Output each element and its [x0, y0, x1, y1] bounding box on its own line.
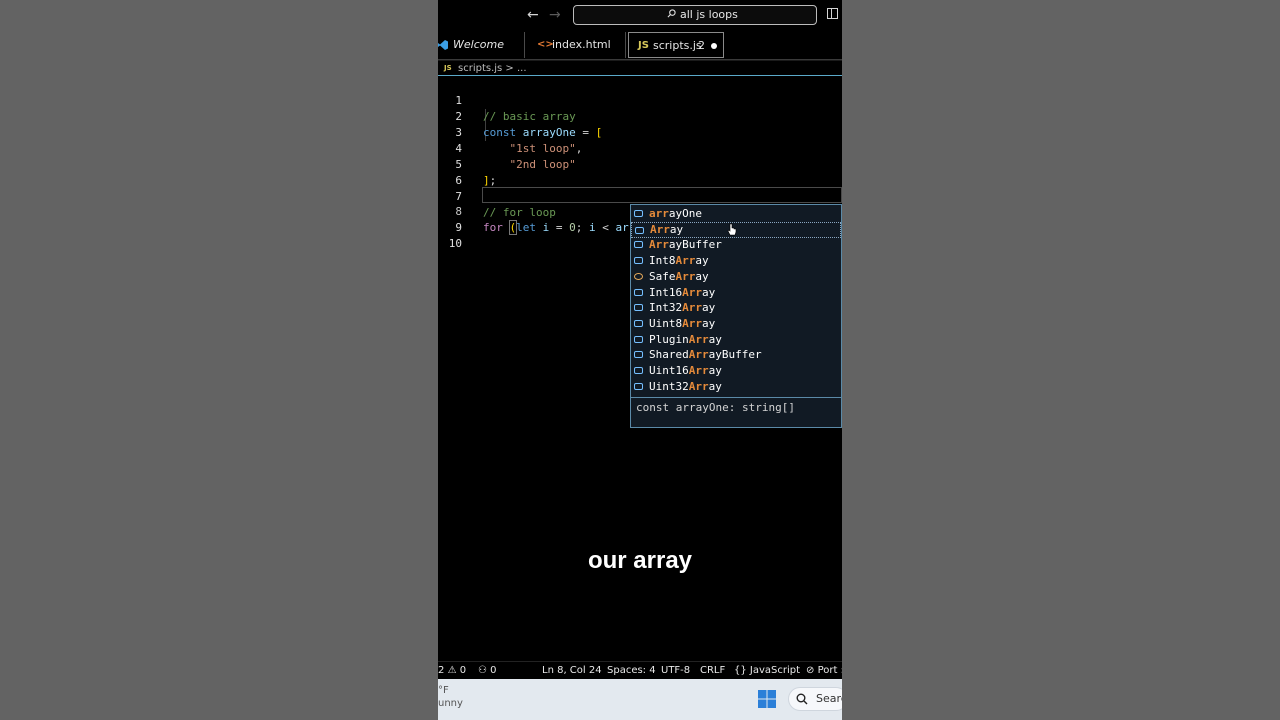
error-count: 2 — [438, 665, 445, 676]
suggest-widget: arrayOne Array ArrayBuffer Int8Array SafeArr… — [630, 204, 842, 428]
forward-arrow-icon[interactable]: → — [549, 6, 561, 24]
suggest-label: Uint16Array — [649, 364, 722, 377]
tab-label: index.html — [552, 38, 611, 51]
hand-pointer-icon — [727, 223, 737, 236]
variable-icon — [634, 319, 643, 327]
search-icon — [796, 693, 808, 705]
no-entry-icon: ⊘ — [806, 665, 815, 676]
suggest-label: Uint32Array — [649, 379, 722, 393]
suggest-item[interactable]: Uint16Array — [631, 363, 841, 379]
windows-start-icon[interactable] — [758, 690, 776, 708]
weather-temp: °F — [438, 685, 449, 696]
variable-icon — [634, 272, 643, 280]
suggest-item[interactable]: Int8Array — [631, 253, 841, 269]
suggest-label: ArrayBuffer — [649, 238, 722, 252]
taskbar-search-text: Searc — [816, 692, 842, 705]
suggest-label: PluginArray — [649, 332, 722, 346]
editor-tabs: Welcome <> index.html JS scripts.js 2 — [438, 30, 842, 60]
suggest-label: Array — [650, 222, 684, 236]
language-label: JavaScript — [749, 665, 801, 676]
code-line-active: 8 for (let i = 0; i < arr) — [438, 188, 842, 235]
problem-count-badge: 2 — [698, 39, 705, 52]
suggest-item[interactable]: PluginArray — [631, 332, 841, 348]
variable-icon — [634, 351, 643, 359]
port-label: Port : — [817, 665, 842, 676]
variable-icon — [634, 382, 643, 390]
braces-icon: {} — [734, 665, 747, 676]
title-bar: ← → all js loops — [438, 0, 842, 30]
suggest-item[interactable]: SharedArrayBuffer — [631, 347, 841, 363]
code-line: 1 // basic array — [438, 77, 842, 123]
suggest-item[interactable]: Uint32Array — [631, 379, 841, 395]
warning-icon: ⚠ — [447, 665, 457, 676]
windows-taskbar: °F unny Searc — [438, 679, 842, 720]
suggest-item[interactable]: Int32Array — [631, 300, 841, 316]
tab-scripts-js[interactable]: JS scripts.js 2 — [628, 32, 724, 58]
suggest-item[interactable]: SafeArray — [631, 269, 841, 285]
language-mode[interactable]: {} JavaScript — [734, 662, 800, 679]
eol-status[interactable]: CRLF — [700, 662, 725, 679]
suggest-label: SafeArray — [649, 269, 709, 283]
taskbar-search[interactable]: Searc — [788, 687, 842, 711]
suggest-label: arrayOne — [649, 207, 702, 220]
weather-widget[interactable]: °F unny — [438, 684, 463, 710]
suggest-label: SharedArrayBuffer — [649, 348, 762, 362]
code-line: 7 // for loop — [438, 173, 842, 219]
suggest-item[interactable]: arrayOne — [631, 206, 841, 222]
breadcrumb-path[interactable]: scripts.js > ... — [458, 62, 527, 75]
js-icon: JS — [638, 40, 649, 51]
suggest-label: Int8Array — [649, 254, 709, 268]
unsaved-dot-icon[interactable] — [711, 43, 717, 49]
weather-text: unny — [438, 698, 463, 709]
js-icon: JS — [444, 64, 452, 72]
back-arrow-icon[interactable]: ← — [527, 6, 539, 24]
indentation-status[interactable]: Spaces: 4 — [607, 662, 656, 679]
line-number: 10 — [448, 237, 462, 250]
suggest-item[interactable]: Uint8Array — [631, 316, 841, 332]
variable-icon — [634, 257, 643, 265]
variable-icon — [634, 210, 643, 217]
variable-icon — [634, 304, 643, 312]
variable-icon — [634, 335, 643, 343]
ports-count: 0 — [490, 665, 497, 676]
encoding-status[interactable]: UTF-8 — [661, 662, 690, 679]
tab-welcome[interactable]: Welcome — [438, 32, 525, 58]
vscode-logo-icon — [438, 40, 448, 50]
live-server-port[interactable]: ⊘ Port : — [806, 662, 842, 679]
cursor-position[interactable]: Ln 8, Col 24 — [542, 662, 602, 679]
command-center-search[interactable]: all js loops — [573, 5, 817, 25]
code-line: 4 "2nd loop" — [438, 125, 842, 171]
suggest-item[interactable]: Int16Array — [631, 285, 841, 301]
problems-status[interactable]: 2 ⚠ 0 — [438, 662, 466, 679]
vscode-window: ← → all js loops Welcome <> index.html J… — [438, 0, 842, 720]
tab-label: Welcome — [453, 38, 504, 51]
suggest-label: Uint8Array — [649, 316, 716, 330]
code-line: 3 "1st loop", — [438, 109, 842, 155]
suggest-details: const arrayOne: string[] — [631, 397, 841, 427]
status-bar: 2 ⚠ 0 ⚇ 0 Ln 8, Col 24 Spaces: 4 UTF-8 C… — [438, 661, 842, 680]
broadcast-icon: ⚇ — [478, 665, 487, 676]
code-line: 2 const arrayOne = [ — [438, 93, 842, 139]
tab-index-html[interactable]: <> index.html — [526, 32, 626, 58]
suggest-item[interactable]: ArrayBuffer — [631, 237, 841, 253]
search-icon — [667, 9, 676, 18]
warning-count: 0 — [459, 665, 467, 676]
toggle-sidebar-icon[interactable] — [827, 8, 838, 19]
breadcrumb: JS scripts.js > ... — [438, 60, 842, 76]
suggest-label: Int16Array — [649, 285, 716, 299]
variable-icon — [635, 226, 644, 234]
command-center-text: all js loops — [680, 8, 738, 21]
variable-icon — [634, 367, 643, 374]
video-caption: our array — [587, 547, 693, 574]
code-line: 6 — [438, 157, 842, 187]
variable-icon — [634, 241, 643, 249]
suggest-label: Int32Array — [649, 301, 716, 315]
ports-status[interactable]: ⚇ 0 — [478, 662, 497, 679]
variable-icon — [634, 288, 643, 296]
tab-label: scripts.js — [653, 39, 702, 52]
code-line: 5 ]; — [438, 141, 842, 187]
